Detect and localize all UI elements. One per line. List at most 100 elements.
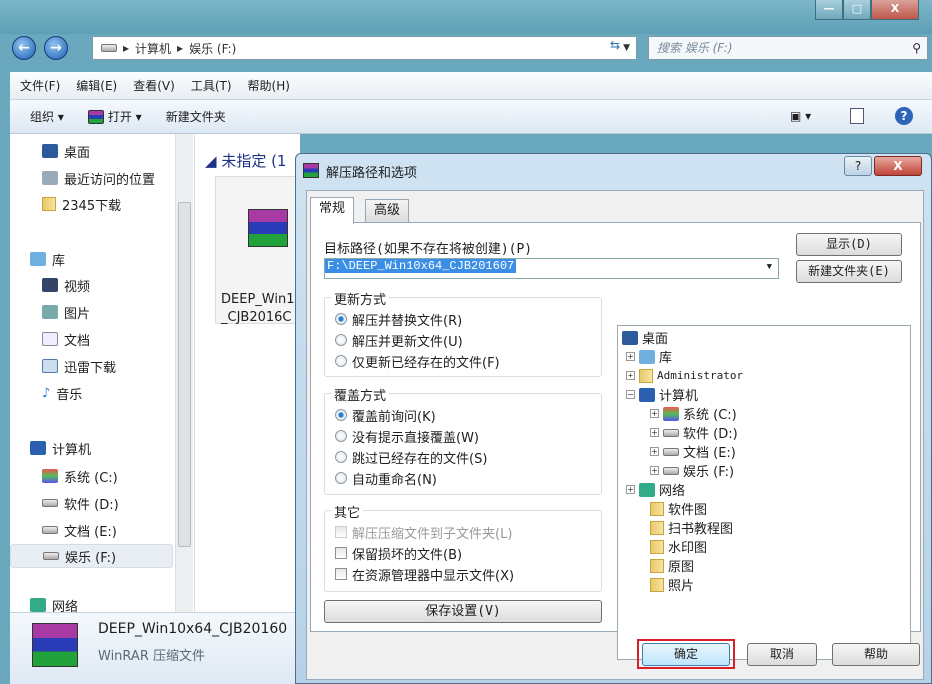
- refresh-icon[interactable]: ⇆: [610, 38, 620, 52]
- tree-folder[interactable]: 水印图: [650, 537, 707, 556]
- nav-drive-d[interactable]: 软件 (D:): [42, 491, 119, 515]
- radio-skip[interactable]: 跳过已经存在的文件(S): [335, 447, 487, 467]
- forward-button[interactable]: →: [44, 36, 68, 60]
- group-label: 更新方式: [331, 289, 390, 308]
- path-label: 目标路径(如果不存在将被创建)(P): [324, 242, 533, 257]
- preview-pane-icon[interactable]: [850, 108, 864, 124]
- tree-drive-e[interactable]: + 文档 (E:): [650, 442, 736, 461]
- checkbox-keep-broken[interactable]: 保留损坏的文件(B): [335, 543, 462, 563]
- tree-drive-c[interactable]: + 系统 (C:): [650, 404, 737, 423]
- dialog-close-button[interactable]: X: [874, 156, 922, 176]
- search-input[interactable]: 搜索 娱乐 (F:) ⚲: [648, 36, 928, 60]
- tree-folder[interactable]: 扫书教程图: [650, 518, 733, 537]
- scrollbar-thumb[interactable]: [178, 202, 191, 547]
- menu-view[interactable]: 查看(V): [133, 77, 175, 94]
- address-bar[interactable]: ▸ 计算机 ▸ 娱乐 (F:) ▼: [92, 36, 637, 60]
- radio-fresh-existing[interactable]: 仅更新已经存在的文件(F): [335, 351, 500, 371]
- nav-drive-f[interactable]: 娱乐 (F:): [10, 544, 173, 568]
- tab-general[interactable]: 常规: [310, 197, 355, 224]
- radio-update[interactable]: 解压并更新文件(U): [335, 330, 463, 350]
- download-icon: [42, 359, 58, 373]
- nav-recent[interactable]: 最近访问的位置: [42, 166, 155, 190]
- tree-library[interactable]: + 库: [626, 347, 672, 366]
- menu-help[interactable]: 帮助(H): [248, 77, 290, 94]
- new-folder-button[interactable]: 新建文件夹(E): [796, 260, 902, 283]
- tree-network[interactable]: + 网络: [626, 480, 685, 499]
- nav-desktop[interactable]: 桌面: [42, 139, 90, 163]
- radio-replace[interactable]: 解压并替换文件(R): [335, 309, 462, 329]
- menu-edit[interactable]: 编辑(E): [76, 77, 117, 94]
- desktop-icon: [622, 330, 638, 345]
- open-button[interactable]: 打开 ▾: [87, 108, 142, 125]
- details-file-name: DEEP_Win10x64_CJB20160: [98, 621, 288, 637]
- nav-videos[interactable]: 视频: [42, 273, 90, 297]
- tree-drive-f[interactable]: + 娱乐 (F:): [650, 461, 734, 480]
- maximize-button[interactable]: □: [843, 0, 871, 20]
- dialog-title: 解压路径和选项: [326, 166, 418, 181]
- tree-administrator[interactable]: + Administrator: [626, 366, 743, 385]
- radio-rename[interactable]: 自动重命名(N): [335, 468, 437, 488]
- save-settings-button[interactable]: 保存设置(V): [324, 600, 602, 623]
- group-header[interactable]: ◢ 未指定 (1: [205, 150, 286, 171]
- tree-desktop[interactable]: 桌面: [622, 328, 668, 347]
- tree-computer[interactable]: − 计算机: [626, 385, 698, 404]
- nav-pictures[interactable]: 图片: [42, 300, 90, 324]
- network-icon: [639, 482, 655, 497]
- dialog-body: 常规 高级 目标路径(如果不存在将被创建)(P) F:\DEEP_Win10x6…: [306, 190, 924, 680]
- details-file-type: WinRAR 压缩文件: [98, 649, 205, 664]
- navigation-pane: 桌面 最近访问的位置 2345下载 库 视频 图片 文档 迅雷下载 ♪ 音乐 计算…: [10, 134, 195, 612]
- minimize-button[interactable]: —: [815, 0, 843, 20]
- tree-drive-d[interactable]: + 软件 (D:): [650, 423, 738, 442]
- folder-icon: [650, 501, 664, 516]
- radio-overwrite[interactable]: 没有提示直接覆盖(W): [335, 426, 479, 446]
- computer-icon: [30, 441, 46, 455]
- nav-computer[interactable]: 计算机: [30, 436, 91, 460]
- nav-music[interactable]: ♪ 音乐: [42, 381, 82, 405]
- help-icon[interactable]: ?: [895, 107, 913, 125]
- tab-advanced[interactable]: 高级: [365, 199, 410, 223]
- document-icon: [42, 332, 58, 346]
- dialog-help-button[interactable]: ?: [844, 156, 872, 176]
- breadcrumb-drive[interactable]: 娱乐 (F:): [189, 40, 236, 57]
- nav-documents[interactable]: 文档: [42, 327, 90, 351]
- new-folder-button[interactable]: 新建文件夹: [166, 108, 226, 125]
- nav-thunder-downloads[interactable]: 迅雷下载: [42, 354, 116, 378]
- dropdown-icon[interactable]: ▼: [623, 43, 636, 53]
- chevron-right-icon: ▸: [177, 41, 184, 55]
- search-icon[interactable]: ⚲: [912, 37, 921, 59]
- radio-ask[interactable]: 覆盖前询问(K): [335, 405, 436, 425]
- library-icon: [639, 349, 655, 364]
- overwrite-mode-group: 覆盖方式 覆盖前询问(K) 没有提示直接覆盖(W) 跳过已经存在的文件(S) 自…: [324, 385, 602, 495]
- file-view: ◢ 未指定 (1 DEEP_Win1 _CJB2016C: [195, 134, 300, 612]
- checkbox-show-in-explorer[interactable]: 在资源管理器中显示文件(X): [335, 564, 514, 584]
- help-button[interactable]: 帮助: [832, 643, 920, 666]
- pictures-icon: [42, 305, 58, 319]
- back-button[interactable]: ←: [12, 36, 36, 60]
- winrar-icon: [32, 623, 78, 667]
- tree-folder[interactable]: 原图: [650, 556, 694, 575]
- file-name: DEEP_Win1: [221, 292, 295, 307]
- nav-2345-downloads[interactable]: 2345下载: [42, 192, 121, 216]
- nav-network[interactable]: 网络: [30, 598, 78, 612]
- nav-drive-e[interactable]: 文档 (E:): [42, 518, 117, 542]
- tree-folder[interactable]: 软件图: [650, 499, 707, 518]
- sidebar-scrollbar[interactable]: [175, 134, 193, 612]
- dropdown-icon[interactable]: ▼: [767, 262, 772, 272]
- menu-tools[interactable]: 工具(T): [191, 77, 232, 94]
- nav-library[interactable]: 库: [30, 247, 65, 271]
- drive-icon: [42, 526, 58, 534]
- menu-file[interactable]: 文件(F): [20, 77, 60, 94]
- show-button[interactable]: 显示(D): [796, 233, 902, 256]
- ok-button[interactable]: 确定: [642, 643, 730, 666]
- cancel-button[interactable]: 取消: [747, 643, 817, 666]
- file-item[interactable]: DEEP_Win1 _CJB2016C: [215, 176, 300, 325]
- path-combobox[interactable]: F:\DEEP_Win10x64_CJB201607 ▼: [324, 258, 779, 279]
- tree-folder[interactable]: 照片: [650, 575, 694, 594]
- view-options-icon[interactable]: ▣ ▾: [790, 109, 811, 123]
- breadcrumb-computer[interactable]: 计算机: [135, 40, 171, 57]
- nav-drive-c[interactable]: 系统 (C:): [42, 464, 118, 488]
- network-icon: [30, 598, 46, 612]
- folder-tree[interactable]: 桌面 + 库 + Administrator − 计算机 + 系统 (C:) + 软件 (…: [617, 325, 911, 660]
- close-button[interactable]: X: [871, 0, 919, 20]
- organize-button[interactable]: 组织 ▾: [30, 108, 64, 125]
